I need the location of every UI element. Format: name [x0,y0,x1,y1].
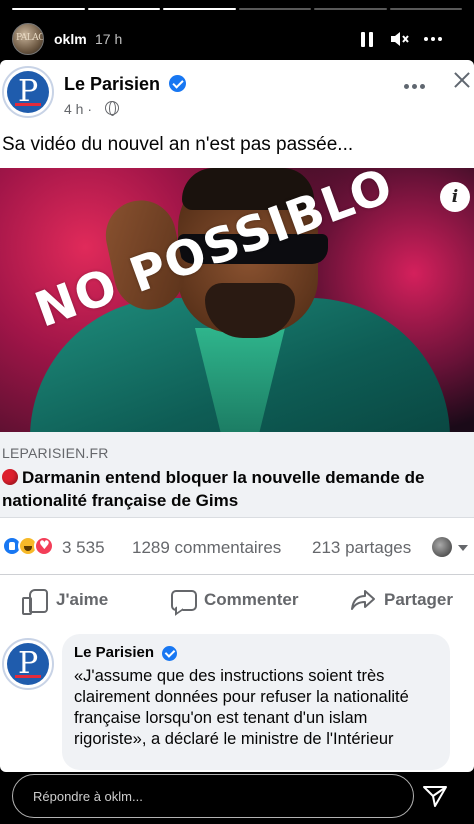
mute-icon[interactable] [388,28,410,50]
link-title-text: Darmanin entend bloquer la nouvelle dema… [2,468,425,510]
comment-bubble: Le Parisien «J'assume que des instructio… [62,634,450,770]
link-title: Darmanin entend bloquer la nouvelle dema… [2,466,470,512]
like-button[interactable]: J'aime [22,578,108,622]
story-progress-bar [12,8,462,10]
share-button[interactable]: Partager [350,578,453,622]
comment-button[interactable]: Commenter [170,578,298,622]
love-reaction-icon[interactable] [34,536,54,556]
story-time: 17 h [95,31,123,47]
pause-icon[interactable] [356,28,378,50]
share-count[interactable]: 213 partages [312,538,411,558]
reaction-count[interactable]: 3 535 [62,538,105,558]
share-label: Partager [384,590,453,609]
globe-icon [105,101,119,116]
post-header: P Le Parisien 4 h · [0,60,474,124]
post-image[interactable]: NO POSSIBLO i [0,168,474,432]
page-logo[interactable]: P [2,66,54,118]
chevron-down-icon[interactable] [458,545,468,551]
close-icon[interactable] [450,68,474,92]
comment-count[interactable]: 1289 commentaires [132,538,281,558]
post-text: Sa vidéo du nouvel an n'est pas passée..… [2,134,354,155]
comment-author[interactable]: Le Parisien [74,644,154,661]
verified-badge-icon [162,646,177,661]
post-time: 4 h · [64,101,93,117]
comment-icon [170,588,197,612]
thumbs-up-icon [22,588,48,615]
facebook-post-card: P Le Parisien 4 h · Sa vidéo du nouvel a… [0,60,474,772]
link-preview[interactable]: LEPARISIEN.FR Darmanin entend bloquer la… [0,432,474,518]
progress-segment [314,8,387,10]
progress-segment [389,8,462,10]
avatar-text: PALAO [16,33,44,43]
comment-label: Commenter [204,590,299,609]
story-header: PALAO oklm 17 h [0,20,474,60]
like-label: J'aime [56,590,109,609]
link-domain: LEPARISIEN.FR [2,445,109,461]
progress-segment [163,8,236,10]
comment-author-avatar[interactable]: P [2,638,54,690]
reply-field[interactable] [12,774,414,818]
story-username[interactable]: oklm [54,31,87,47]
verified-badge-icon [169,75,186,92]
story-avatar[interactable]: PALAO [12,23,44,55]
reactions-bar: 3 535 1289 commentaires 213 partages [0,530,474,562]
post-more-icon[interactable] [404,76,428,89]
progress-segment [87,8,160,10]
reply-input[interactable] [13,775,413,817]
share-icon [350,588,376,612]
send-icon[interactable] [422,784,448,808]
page-name[interactable]: Le Parisien [64,74,160,95]
progress-segment [238,8,311,10]
more-icon[interactable] [422,28,444,50]
divider [0,574,474,575]
comment-text: «J'assume que des instructions soient tr… [74,667,409,748]
progress-segment [12,8,85,10]
red-circle-icon [2,469,18,485]
viewer-avatar[interactable] [432,537,452,557]
info-icon[interactable]: i [440,182,470,212]
